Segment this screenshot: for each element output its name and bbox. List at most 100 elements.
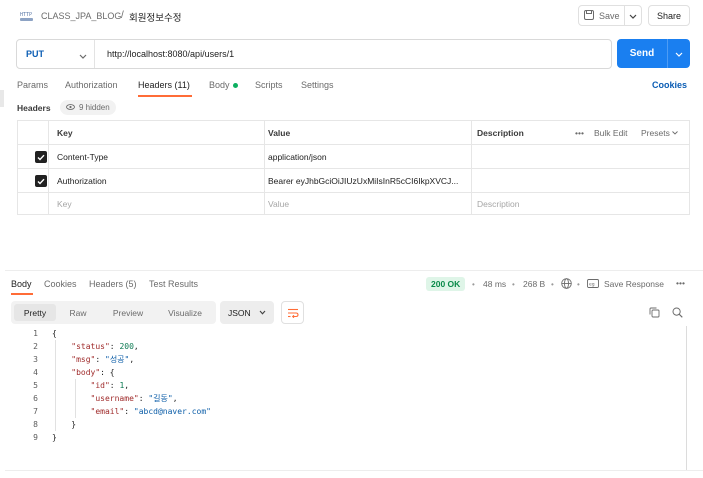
svg-text:HTTP: HTTP — [20, 12, 32, 18]
active-response-tab-indicator — [11, 293, 33, 295]
chevron-down-icon — [672, 130, 679, 135]
chevron-down-icon — [675, 49, 683, 59]
tab-scripts[interactable]: Scripts — [255, 80, 283, 90]
response-tab-headers[interactable]: Headers (5) — [89, 279, 137, 289]
column-description: Description — [477, 127, 524, 138]
tab-params[interactable]: Params — [17, 80, 48, 90]
url-input[interactable]: http://localhost:8080/api/users/1 — [107, 49, 234, 59]
send-dropdown-button[interactable] — [668, 49, 690, 59]
code-line: 7 "email": "abcd@naver.com" — [33, 407, 211, 416]
sidebar-edge — [0, 90, 4, 107]
chevron-down-icon — [79, 51, 87, 61]
response-tab-test-results[interactable]: Test Results — [149, 279, 198, 289]
presets-dropdown[interactable]: Presets — [641, 121, 679, 144]
share-button[interactable]: Share — [648, 5, 690, 26]
send-button-group: Send — [617, 39, 690, 68]
code-line: 5 "id": 1, — [33, 381, 130, 390]
headers-table: Key Value Description ••• Bulk Edit Pres… — [17, 120, 690, 215]
method-label: PUT — [26, 49, 44, 59]
header-enabled-checkbox[interactable] — [35, 151, 47, 163]
view-preview[interactable]: Preview — [104, 304, 152, 321]
more-options-icon[interactable]: ••• — [676, 278, 685, 288]
scrollbar[interactable] — [686, 326, 687, 470]
header-key[interactable]: Authorization — [57, 169, 107, 192]
tab-body-label: Body — [209, 80, 230, 90]
code-line: 4 "body": { — [33, 368, 115, 377]
table-row: Content-Type application/json — [18, 145, 689, 169]
header-key[interactable]: Content-Type — [57, 145, 108, 168]
new-value-input[interactable]: Value — [268, 193, 289, 214]
search-icon[interactable] — [672, 307, 683, 320]
breadcrumb-collection[interactable]: CLASS_JPA_BLOG — [41, 11, 121, 21]
separator-dot: • — [551, 280, 554, 289]
response-size[interactable]: 268 B — [523, 279, 545, 289]
save-response-button[interactable]: Save Response — [604, 279, 664, 289]
checkmark-icon — [37, 154, 45, 161]
header-enabled-checkbox[interactable] — [35, 175, 47, 187]
checkmark-icon — [37, 178, 45, 185]
tab-headers[interactable]: Headers (11) — [138, 80, 190, 90]
wrap-lines-icon — [287, 308, 299, 318]
code-line: 8 } — [33, 420, 77, 429]
copy-icon[interactable] — [649, 307, 660, 320]
save-label: Save — [599, 10, 620, 21]
code-line: 3 "msg": "성공", — [33, 355, 135, 364]
format-select[interactable]: JSON — [220, 301, 274, 324]
method-select[interactable]: PUT — [17, 40, 95, 68]
response-tab-body[interactable]: Body — [11, 279, 32, 289]
save-button-group: Save — [578, 5, 642, 26]
header-value[interactable]: Bearer eyJhbGciOiJIUzUxMiIsInR5cCI6IkpXV… — [268, 169, 468, 192]
column-value: Value — [268, 127, 291, 138]
chevron-down-icon — [629, 11, 637, 21]
code-line: 6 "username": "길동", — [33, 394, 178, 403]
globe-icon[interactable] — [561, 278, 572, 291]
tab-body[interactable]: Body — [209, 80, 238, 90]
new-key-input[interactable]: Key — [57, 193, 72, 214]
hidden-headers-toggle[interactable]: 9 hidden — [60, 100, 116, 115]
header-value[interactable]: application/json — [268, 145, 327, 168]
active-tab-indicator — [138, 95, 192, 97]
view-raw[interactable]: Raw — [59, 304, 97, 321]
tab-settings[interactable]: Settings — [301, 80, 334, 90]
http-request-icon: HTTP — [20, 10, 33, 22]
top-bar: HTTP CLASS_JPA_BLOG / 회원정보수정 Save Share — [0, 0, 703, 32]
wrap-lines-button[interactable] — [281, 301, 304, 324]
status-badge[interactable]: 200 OK — [426, 277, 466, 291]
presets-label: Presets — [641, 127, 670, 138]
panel-divider[interactable] — [5, 270, 703, 271]
svg-text:eg: eg — [589, 283, 595, 288]
code-line: 9} — [33, 433, 57, 442]
separator-dot: • — [472, 280, 475, 289]
view-pretty[interactable]: Pretty — [14, 304, 56, 321]
new-description-input[interactable]: Description — [477, 193, 520, 214]
code-line: 1{ — [33, 329, 57, 338]
table-row-empty: Key Value Description — [18, 193, 689, 214]
save-response-icon: eg — [587, 279, 599, 290]
column-key: Key — [57, 127, 73, 138]
more-options-icon[interactable]: ••• — [575, 121, 584, 144]
tab-authorization[interactable]: Authorization — [65, 80, 118, 90]
separator-dot: • — [577, 280, 580, 289]
response-tab-cookies[interactable]: Cookies — [44, 279, 77, 289]
save-dropdown-button[interactable] — [625, 11, 641, 21]
request-name[interactable]: 회원정보수정 — [129, 10, 181, 24]
separator-dot: • — [512, 280, 515, 289]
response-time[interactable]: 48 ms — [483, 279, 506, 289]
breadcrumb-separator: / — [121, 10, 124, 21]
url-bar: PUT http://localhost:8080/api/users/1 — [16, 39, 612, 69]
view-mode-selector: Pretty Raw Preview Visualize — [11, 301, 216, 324]
bottom-border — [5, 470, 703, 471]
send-button[interactable]: Send — [617, 39, 668, 68]
bulk-edit-link[interactable]: Bulk Edit — [594, 121, 628, 144]
chevron-down-icon — [259, 310, 266, 315]
save-icon — [584, 9, 594, 22]
save-button[interactable]: Save — [579, 6, 625, 25]
headers-section-title: Headers — [17, 103, 51, 113]
code-line: 2 "status": 200, — [33, 342, 139, 351]
eye-icon — [66, 103, 75, 112]
format-label: JSON — [228, 307, 251, 318]
view-visualize[interactable]: Visualize — [158, 304, 212, 321]
table-header-row: Key Value Description ••• Bulk Edit Pres… — [18, 121, 689, 145]
cookies-link[interactable]: Cookies — [652, 80, 687, 90]
table-row: Authorization Bearer eyJhbGciOiJIUzUxMiI… — [18, 169, 689, 193]
